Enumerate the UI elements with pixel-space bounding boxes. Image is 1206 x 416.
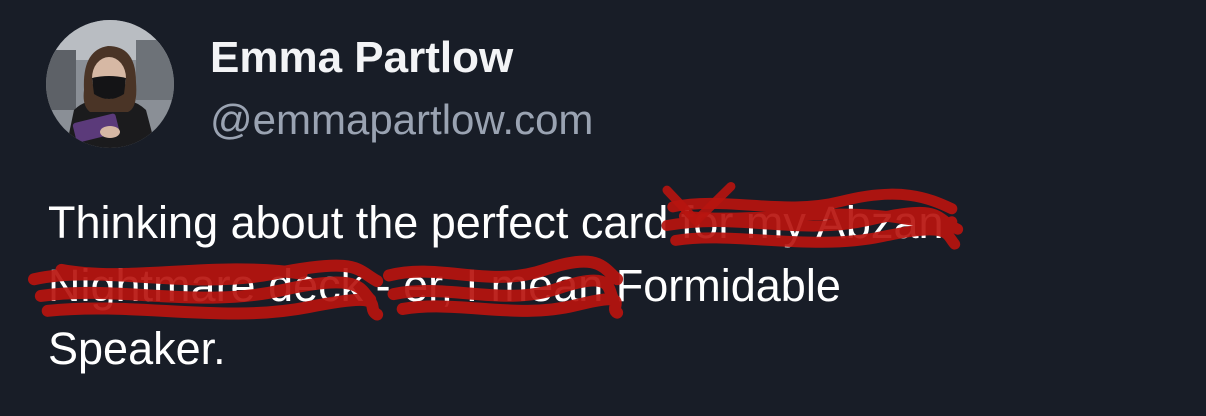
avatar[interactable] [46,20,174,148]
post-text: Thinking about the perfect card for my A… [48,191,1168,380]
author-handle[interactable]: @emmapartlow.com [210,92,593,148]
post-text-segment: Thinking about the perfect card [48,197,681,248]
redacted-text-content: for my Abzan [680,197,944,248]
post-text-segment: Formidable [603,260,841,311]
post-line-1: Thinking about the perfect card for my A… [48,191,1168,254]
post-line-3: Speaker. [48,323,226,374]
redacted-text: Nightmare deck [48,254,363,317]
redacted-text-content: er, I mean [403,260,604,311]
post-line-2: Nightmare deck - er, I mean Formidable [48,254,1168,317]
avatar-photo [46,20,174,148]
redacted-text: er, I mean [403,254,603,317]
post-text-segment: - [363,260,404,311]
redacted-text-content: Nightmare deck [48,260,364,311]
author-display-name[interactable]: Emma Partlow [210,30,513,86]
post-card: Emma Partlow @emmapartlow.com Thinking a… [0,0,1206,416]
redacted-text: for my Abzan [681,191,944,254]
